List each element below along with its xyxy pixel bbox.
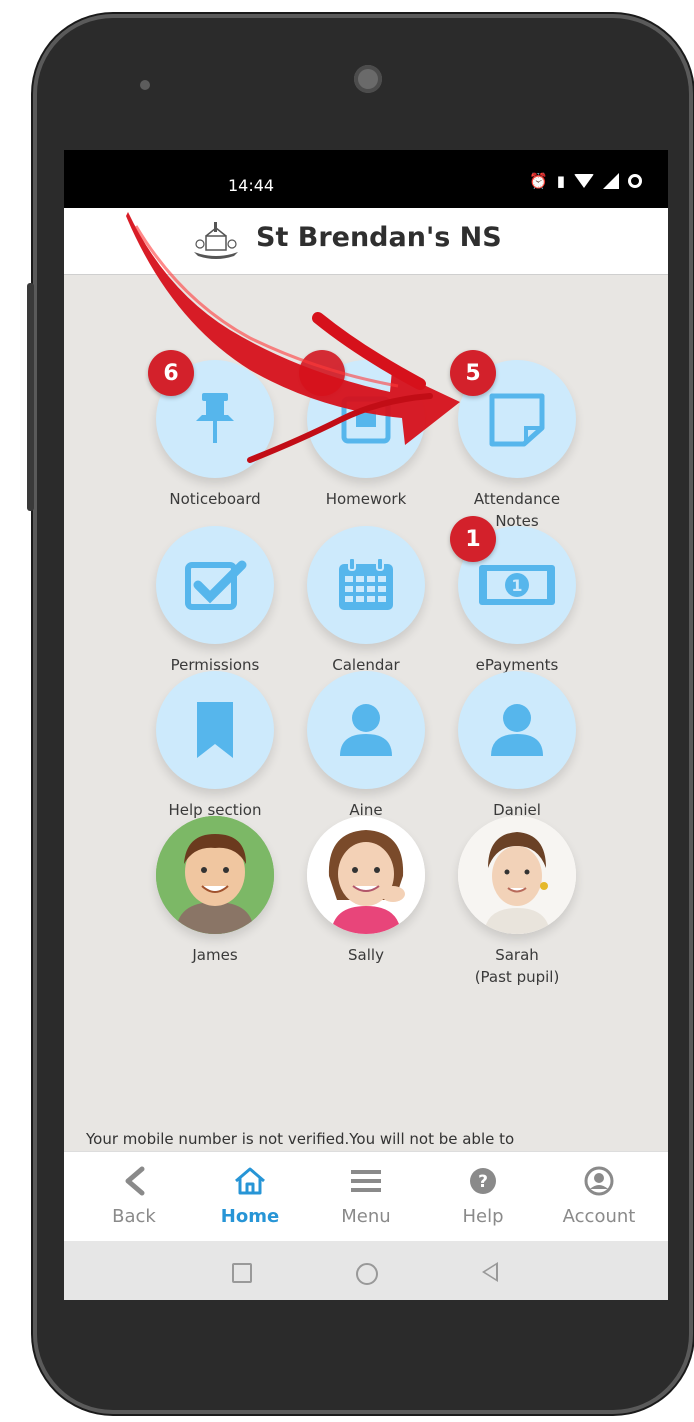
nav-label: Menu	[341, 1206, 391, 1227]
back-system-button[interactable]	[482, 1262, 498, 1282]
person-icon	[491, 704, 543, 756]
system-nav-bar	[64, 1241, 668, 1300]
tile-attendance-notes[interactable]: 5 Attendance Notes	[442, 350, 592, 532]
tile-circle	[299, 350, 425, 478]
child-avatar	[307, 816, 425, 934]
nav-label: Account	[562, 1206, 636, 1227]
app-screen: 14:44 ⏰ ▮ St Brendan's NS 6 Noticeboard …	[64, 150, 668, 1300]
tile-permissions[interactable]: Permissions	[140, 526, 290, 676]
status-icons: ⏰ ▮	[529, 172, 642, 190]
bookmark-icon	[197, 702, 233, 758]
tile-circle	[307, 671, 425, 789]
nav-home[interactable]: Home	[200, 1166, 300, 1227]
status-time: 14:44	[228, 176, 275, 195]
person-icon	[340, 704, 392, 756]
note-icon	[489, 393, 545, 447]
tile-help-section[interactable]: Help section	[140, 671, 290, 821]
tile-label: James	[192, 946, 238, 964]
app-header: St Brendan's NS	[64, 208, 668, 275]
notification-badge: 1	[450, 516, 496, 562]
tile-circle	[156, 526, 274, 644]
nav-label: Back	[112, 1206, 156, 1227]
tile-calendar[interactable]: Calendar	[291, 526, 441, 676]
banknote-icon: 1	[479, 565, 555, 605]
nav-label: Help	[462, 1206, 504, 1227]
nav-account[interactable]: Account	[549, 1166, 649, 1227]
front-camera	[354, 65, 382, 93]
tile-circle	[458, 671, 576, 789]
wifi-icon	[574, 174, 594, 188]
homework-icon	[341, 396, 391, 444]
tile-label: Sarah (Past pupil)	[474, 946, 560, 986]
tile-aine[interactable]: Aine	[291, 671, 441, 821]
tile-homework[interactable]: Homework	[291, 350, 441, 510]
recents-button[interactable]	[232, 1263, 252, 1283]
side-button	[27, 283, 34, 511]
battery-icon	[628, 174, 642, 188]
home-system-button[interactable]	[356, 1263, 378, 1285]
tile-sally[interactable]: Sally	[291, 816, 441, 966]
alarm-icon: ⏰	[529, 172, 548, 190]
tile-sarah[interactable]: Sarah (Past pupil)	[442, 816, 592, 988]
menu-icon	[351, 1170, 381, 1192]
tile-circle: 6	[148, 350, 274, 478]
tile-label: Homework	[325, 490, 407, 508]
pushpin-icon	[196, 393, 234, 443]
calendar-icon	[339, 557, 393, 610]
chevron-left-icon	[125, 1166, 145, 1196]
svg-text:?: ?	[478, 1172, 488, 1192]
child-avatar	[156, 816, 274, 934]
tile-noticeboard[interactable]: 6 Noticeboard	[140, 350, 290, 510]
child-avatar	[458, 816, 576, 934]
nav-back[interactable]: Back	[84, 1166, 184, 1227]
notification-badge: 6	[148, 350, 194, 396]
child-photo	[156, 816, 274, 934]
notification-badge: 5	[450, 350, 496, 396]
nav-help[interactable]: ? Help	[433, 1166, 533, 1227]
home-icon	[235, 1167, 265, 1195]
tile-circle: 5	[450, 350, 576, 478]
tile-daniel[interactable]: Daniel	[442, 671, 592, 821]
page-title: St Brendan's NS	[256, 222, 502, 253]
svg-text:1: 1	[511, 576, 522, 595]
tile-circle	[307, 526, 425, 644]
tile-circle: 1 1	[450, 516, 576, 644]
account-icon	[584, 1166, 614, 1196]
tile-epayments[interactable]: 1 1 ePayments	[442, 516, 592, 676]
child-photo	[307, 816, 425, 934]
bottom-nav: Back Home Menu ? Help Account	[64, 1151, 668, 1242]
question-icon: ?	[470, 1168, 496, 1194]
nav-menu[interactable]: Menu	[316, 1166, 416, 1227]
child-photo	[458, 816, 576, 934]
tile-james[interactable]: James	[140, 816, 290, 966]
tile-label: Noticeboard	[169, 490, 261, 508]
notification-badge	[299, 350, 345, 396]
vibrate-icon: ▮	[556, 172, 565, 190]
signal-icon	[603, 173, 619, 189]
sensor-dot	[140, 80, 150, 90]
tile-label: Sally	[348, 946, 384, 964]
school-logo-icon	[194, 222, 238, 259]
tile-circle	[156, 671, 274, 789]
nav-label: Home	[220, 1206, 280, 1227]
checkbox-icon	[185, 560, 247, 610]
status-bar: 14:44 ⏰ ▮	[64, 150, 668, 208]
verification-notice: Your mobile number is not verified.You w…	[86, 1130, 515, 1148]
